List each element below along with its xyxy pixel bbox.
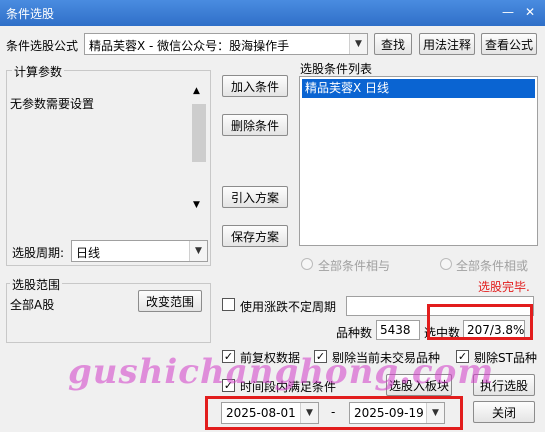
highlight-box [427,304,533,340]
save-scheme-button[interactable]: 保存方案 [222,225,288,247]
period-value: 日线 [76,246,101,260]
chevron-down-icon[interactable]: ▼ [349,34,367,54]
params-text: 无参数需要设置 [10,97,95,111]
radio-and[interactable] [301,258,313,270]
import-scheme-button[interactable]: 引入方案 [222,186,288,208]
date-highlight-box [205,396,463,430]
find-button[interactable]: 查找 [374,33,412,55]
radio-or-label: 全部条件相或 [456,259,529,273]
uncertain-period-checkbox[interactable] [222,298,235,311]
radio-and-label: 全部条件相与 [318,259,391,273]
scrollbar-thumb[interactable] [192,104,206,162]
window-title: 条件选股 [6,7,55,21]
formula-combo-value: 精品芙蓉X - 微信公众号：股海操作手 [89,39,290,53]
count-label: 品种数 [336,326,373,340]
formula-combo[interactable]: 精品芙蓉X - 微信公众号：股海操作手 ▼ [84,33,368,55]
close-icon[interactable]: ✕ [521,4,539,20]
count-value: 5438 [376,320,420,340]
scroll-up-icon[interactable]: ▲ [193,86,200,96]
range-group-title: 选股范围 [10,276,63,293]
formula-label: 条件选股公式 [6,39,79,53]
list-item[interactable]: 精品芙蓉X 日线 [302,79,535,98]
uncertain-period-label: 使用涨跌不定周期 [240,300,337,314]
chevron-down-icon[interactable]: ▼ [189,241,207,261]
radio-or[interactable] [440,258,452,270]
period-combo[interactable]: 日线 ▼ [71,240,208,262]
minimize-icon[interactable]: — [499,4,517,20]
conditions-title: 选股条件列表 [300,62,373,76]
watermark: gushichanghong.com [68,352,495,392]
status-text: 选股完毕. [478,280,530,294]
delete-condition-button[interactable]: 删除条件 [222,114,288,136]
params-scrollbar[interactable]: ▲ ▼ [191,84,207,214]
scroll-down-icon[interactable]: ▼ [193,200,200,210]
conditions-list[interactable]: 精品芙蓉X 日线 [299,76,538,246]
params-group-title: 计算参数 [12,63,65,80]
view-formula-button[interactable]: 查看公式 [481,33,537,55]
range-value: 全部A股 [10,298,55,312]
change-range-button[interactable]: 改变范围 [138,290,202,312]
period-label: 选股周期: [12,246,65,260]
close-button[interactable]: 关闭 [473,401,535,423]
title-bar: 条件选股 — ✕ [0,0,545,26]
add-condition-button[interactable]: 加入条件 [222,75,288,97]
usage-notes-button[interactable]: 用法注释 [419,33,475,55]
